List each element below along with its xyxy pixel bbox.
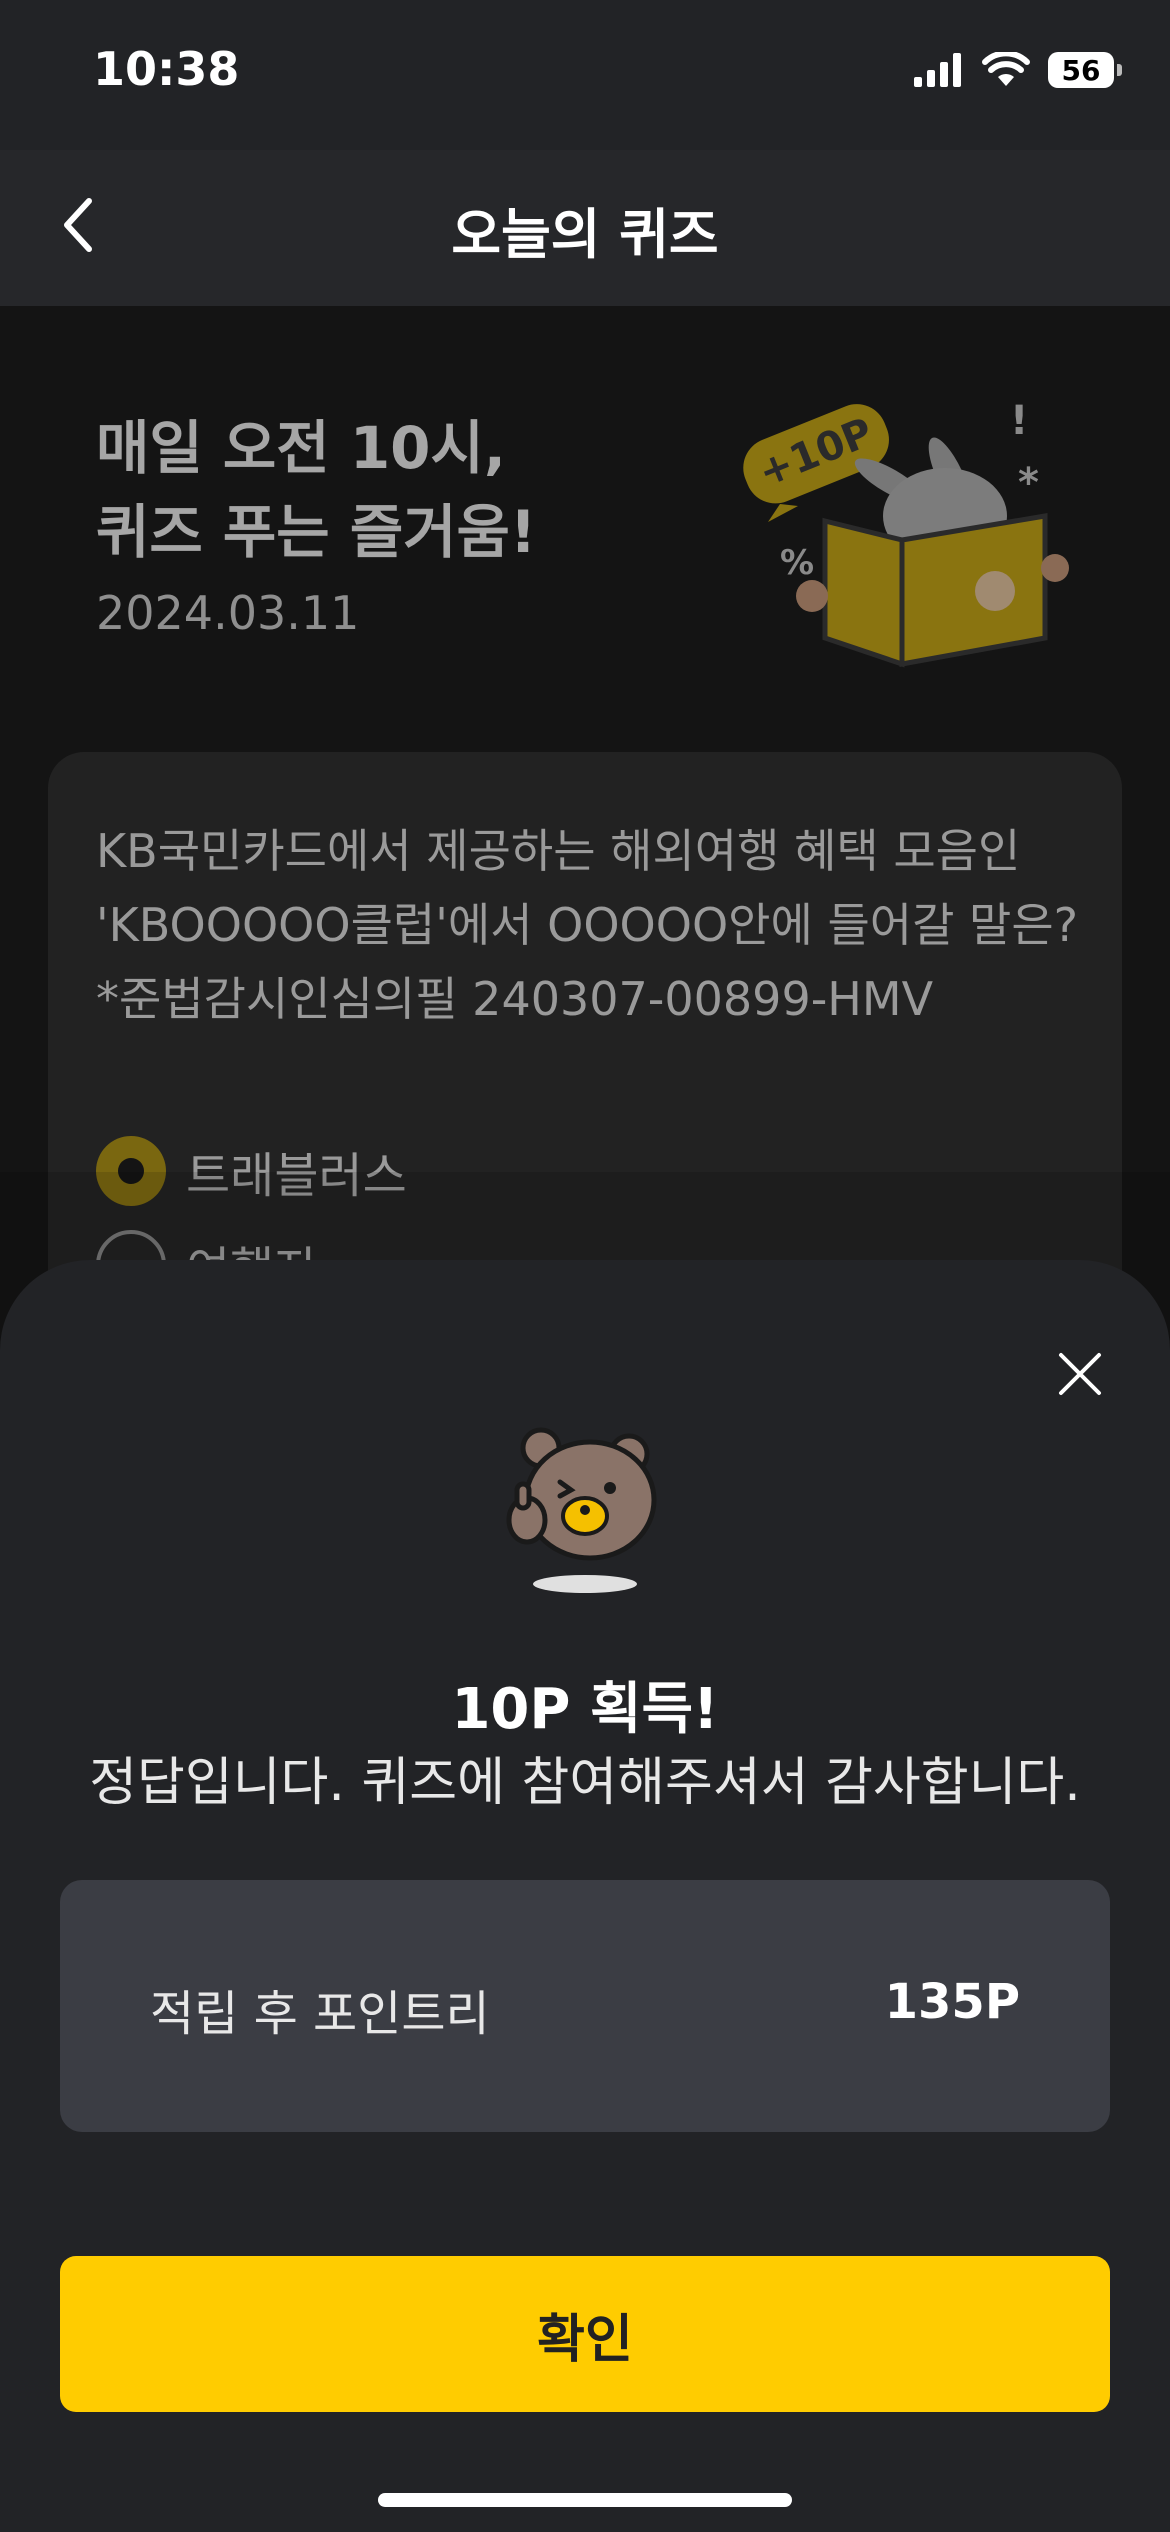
svg-text:*: *: [1018, 460, 1039, 506]
points-value: 135P: [884, 1974, 1020, 2030]
bear-thumbs-up-icon: [506, 1427, 657, 1593]
quiz-date: 2024.03.11: [96, 586, 360, 640]
quiz-question-line-1: KB국민카드에서 제공하는 해외여행 혜택 모음인: [96, 824, 1021, 878]
wifi-icon: [982, 52, 1030, 86]
status-icons: 56: [914, 52, 1122, 88]
signal-icon: [914, 53, 961, 87]
close-button[interactable]: [1040, 1334, 1120, 1414]
quiz-question: KB국민카드에서 제공하는 해외여행 혜택 모음인 'KBOOOOO클럽'에서 …: [96, 814, 1096, 1036]
hero-title: 매일 오전 10시, 퀴즈 푸는 즐거움!: [96, 406, 536, 574]
hero-title-line-2: 퀴즈 푸는 즐거움!: [96, 498, 537, 566]
close-icon: [1059, 1353, 1101, 1395]
hero-title-line-1: 매일 오전 10시,: [96, 414, 506, 482]
points-label: 적립 후 포인트리: [150, 1986, 490, 2042]
status-time: 10:38: [93, 42, 240, 96]
svg-text:%: %: [780, 543, 814, 583]
page-title: 오늘의 퀴즈: [451, 203, 719, 266]
confirm-button[interactable]: 확인: [60, 2256, 1110, 2412]
rabbit-reading-illustration: +10P * ! %: [743, 398, 1069, 668]
result-message: 정답입니다. 퀴즈에 참여해주셔서 감사합니다.: [89, 1753, 1081, 1813]
quiz-question-line-2: 'KBOOOOO클럽'에서 OOOOO안에 들어갈 말은?: [96, 898, 1079, 952]
home-indicator: [378, 2493, 792, 2507]
quiz-question-line-3: *준법감시인심의필 240307-00899-HMV: [96, 972, 934, 1026]
svg-text:!: !: [1010, 398, 1028, 444]
status-bar: 10:38 56: [0, 0, 1170, 150]
result-title: 10P 획득!: [451, 1677, 719, 1742]
battery-indicator: 56: [1048, 52, 1122, 88]
result-bottom-sheet: 10P 획득! 정답입니다. 퀴즈에 참여해주셔서 감사합니다. 적립 후 포인…: [0, 1260, 1170, 2532]
nav-header: 오늘의 퀴즈: [0, 150, 1170, 306]
points-summary-box: 적립 후 포인트리 135P: [60, 1880, 1110, 2132]
